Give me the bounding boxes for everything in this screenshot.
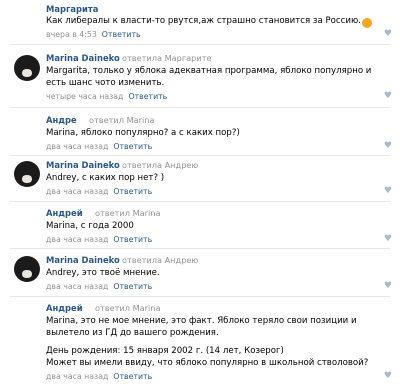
comment-time[interactable]: вчера в 4:53 xyxy=(46,30,97,39)
comment-author[interactable]: Marina Daineko xyxy=(46,53,120,63)
replied-to[interactable]: ответила Андрею xyxy=(122,255,198,265)
heart-icon[interactable]: ♥ xyxy=(384,234,392,244)
divider xyxy=(10,107,390,108)
reply-link[interactable]: Ответить xyxy=(113,282,152,291)
replied-to[interactable]: ответила Андрею xyxy=(122,160,198,170)
avatar[interactable] xyxy=(14,256,40,282)
comment-time[interactable]: два часа назад xyxy=(46,142,108,151)
divider xyxy=(10,296,390,297)
comment-text: Andrey, это твоё мнение. xyxy=(46,268,160,278)
comment-author[interactable]: Marina Daineko xyxy=(46,160,120,170)
comment-time[interactable]: четыре часа назад xyxy=(46,92,123,101)
avatar[interactable] xyxy=(14,161,40,187)
reply-link[interactable]: Ответить xyxy=(113,187,152,196)
reply-link[interactable]: Ответить xyxy=(113,235,152,244)
comment-meta: два часа назад Ответить xyxy=(46,235,152,244)
comment-author[interactable]: Маргарита xyxy=(46,4,98,14)
heart-icon[interactable]: ♥ xyxy=(384,141,392,151)
divider xyxy=(10,248,390,249)
comment-text: Marina, с года 2000 xyxy=(46,221,134,231)
reply-link[interactable]: Ответить xyxy=(128,92,167,101)
comment-meta: четыре часа назад Ответить xyxy=(46,92,167,101)
replied-to[interactable]: ответил Marina xyxy=(89,115,155,125)
heart-icon[interactable]: ♥ xyxy=(384,281,392,291)
comment-meta: два часа назад Ответить xyxy=(46,142,152,151)
comment-time[interactable]: два часа назад xyxy=(46,235,108,244)
comment-author[interactable]: Marina Daineko xyxy=(46,255,120,265)
astonished-emoji-icon: 😮 xyxy=(361,18,372,28)
avatar[interactable] xyxy=(14,55,40,81)
replied-to[interactable]: ответил Marina xyxy=(95,303,161,313)
comment-text: Marina, яблоко популярно? а с каких пор?… xyxy=(46,128,240,138)
heart-icon[interactable]: ♥ xyxy=(384,371,392,381)
comment-time[interactable]: два часа назад xyxy=(46,282,108,291)
comment-text: Margarita, только у яблока адекватная пр… xyxy=(46,66,372,88)
comment-author[interactable]: Андре xyxy=(46,115,77,125)
divider xyxy=(10,44,390,45)
divider xyxy=(10,201,390,202)
comment-meta: вчера в 4:53 Ответить xyxy=(46,30,141,39)
heart-icon[interactable]: ♥ xyxy=(384,91,392,101)
comment-text-birthday: День рождения: 15 января 2002 г. (14 лет… xyxy=(46,346,284,356)
comment-text-question: Может вы имели ввиду, что яблоко популяр… xyxy=(46,358,369,368)
divider xyxy=(10,155,390,156)
heart-icon[interactable]: ♥ xyxy=(384,29,392,39)
comment-text: Как либералы к власти-то рвутся,аж страш… xyxy=(46,15,376,28)
comment-meta: два часа назад Ответить xyxy=(46,282,152,291)
comment-time[interactable]: два часа назад xyxy=(46,187,108,196)
reply-link[interactable]: Ответить xyxy=(102,30,141,39)
comment-meta: два часа назад Ответить xyxy=(46,372,152,381)
comment-text: Andrey, с каких пор нет? ) xyxy=(46,173,165,183)
reply-link[interactable]: Ответить xyxy=(113,142,152,151)
comment-author[interactable]: Андрей xyxy=(46,303,83,313)
reply-link[interactable]: Ответить xyxy=(113,372,152,381)
comment-author[interactable]: Андрей xyxy=(46,208,83,218)
replied-to[interactable]: ответила Маргарите xyxy=(122,53,212,63)
comment-time[interactable]: два часа назад xyxy=(46,372,108,381)
replied-to[interactable]: ответил Marina xyxy=(95,208,161,218)
heart-icon[interactable]: ♥ xyxy=(384,186,392,196)
comment-meta: два часа назад Ответить xyxy=(46,187,152,196)
comment-text: Marina, это не мое мнение, это факт. Ябл… xyxy=(46,316,357,338)
